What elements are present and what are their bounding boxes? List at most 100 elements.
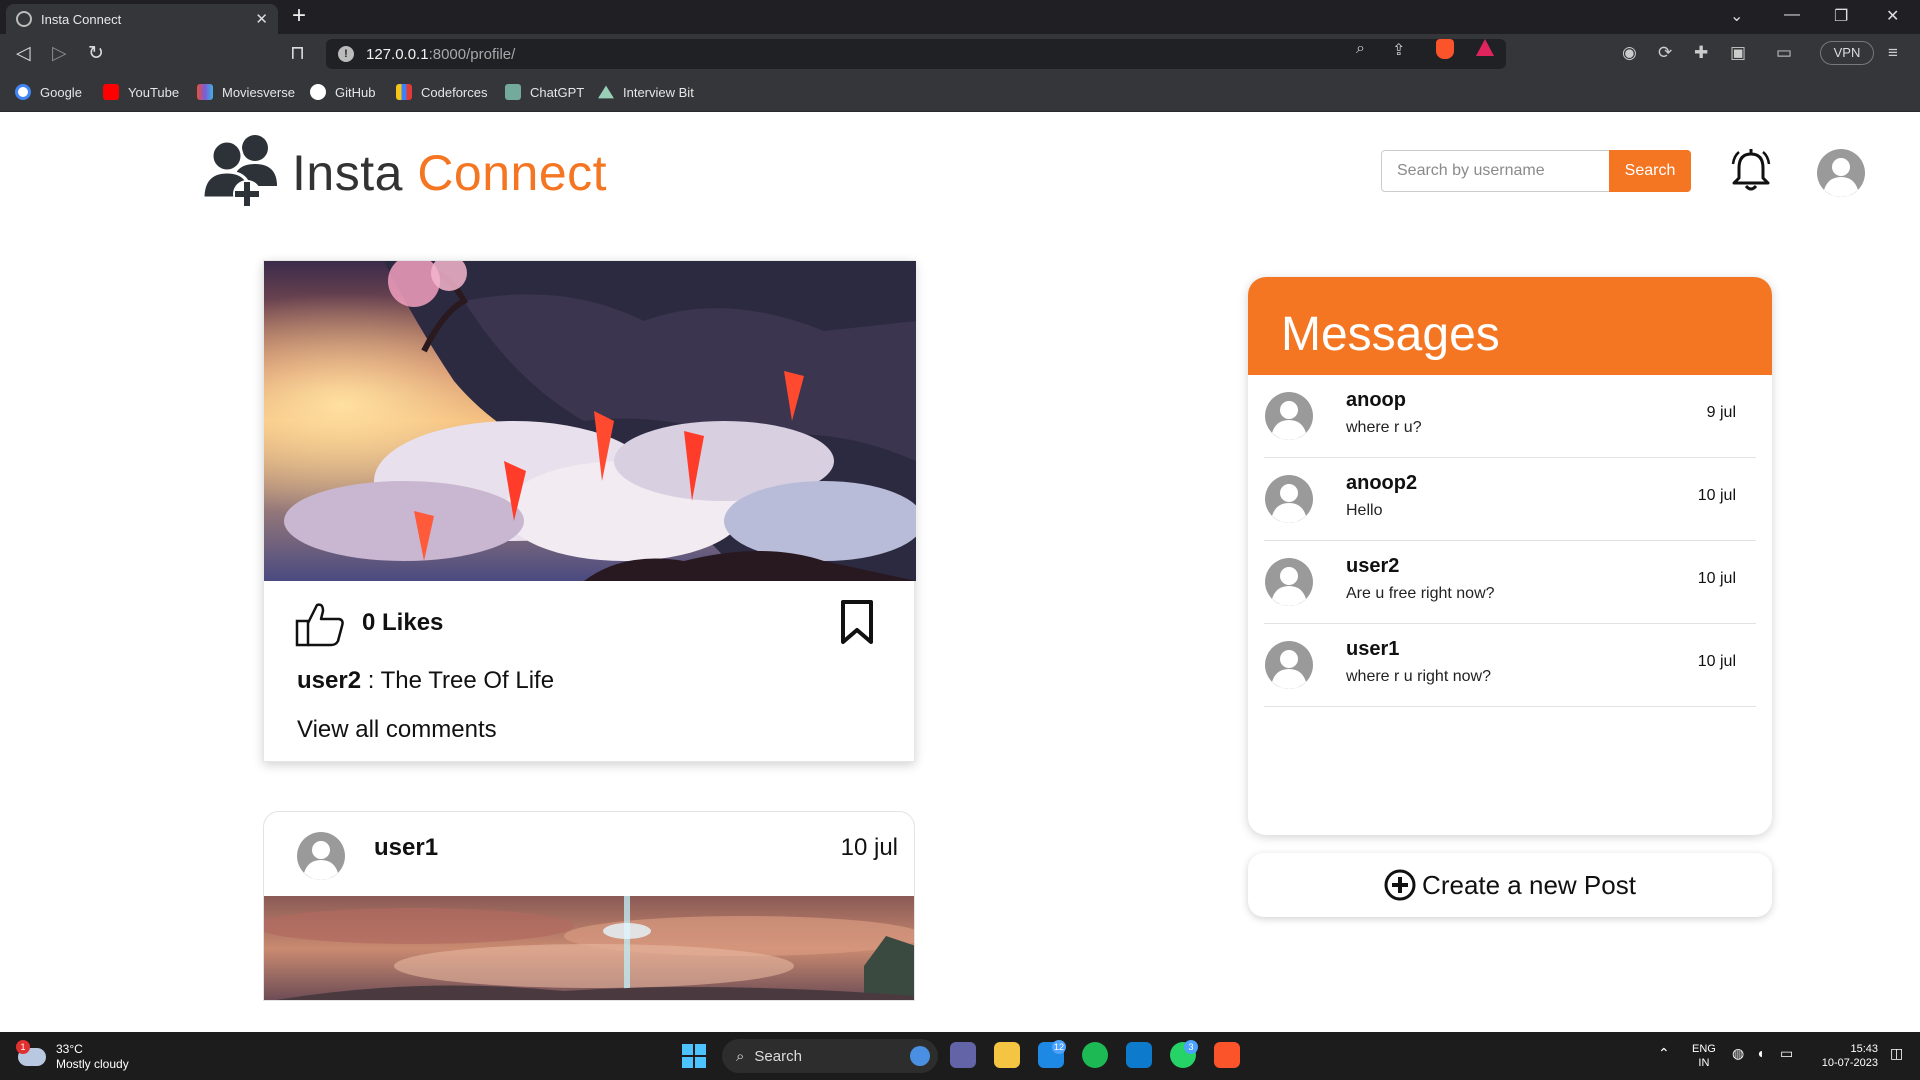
windows-taskbar: 1 33°C Mostly cloudy ⌕ Search 12 3 ⌃ ENG…	[0, 1032, 1920, 1080]
language-indicator[interactable]: ENG IN	[1692, 1042, 1716, 1070]
post-author[interactable]: user2	[297, 667, 361, 694]
bookmark-google[interactable]: Google	[15, 84, 82, 100]
minimize-icon[interactable]: —	[1784, 6, 1800, 24]
bookmark-page-icon[interactable]: ⊓	[290, 42, 305, 65]
post-card: user1 10 jul	[263, 811, 915, 1001]
weather-status: Mostly cloudy	[56, 1057, 129, 1071]
bookmark-chatgpt[interactable]: ChatGPT	[505, 84, 584, 100]
message-item[interactable]: anoop where r u? 9 jul	[1264, 375, 1756, 458]
weather-widget[interactable]: 1 33°C Mostly cloudy	[16, 1040, 129, 1072]
window-close-icon[interactable]: ✕	[1886, 6, 1899, 26]
close-tab-icon[interactable]: ✕	[255, 10, 268, 28]
avatar	[1265, 475, 1313, 523]
windows-start-icon[interactable]	[682, 1044, 706, 1068]
teams-icon[interactable]	[950, 1042, 976, 1068]
cloud-icon: 1	[16, 1040, 46, 1066]
clock-time: 15:43	[1850, 1043, 1878, 1055]
site-info-icon[interactable]: !	[338, 46, 354, 62]
create-post-label: Create a new Post	[1422, 869, 1636, 900]
bookmarks-bar: Google YouTube Moviesverse GitHub Codefo…	[0, 76, 1920, 112]
bookmark-interviewbit[interactable]: Interview Bit	[598, 84, 694, 100]
tab-list-chevron-icon[interactable]: ⌄	[1730, 6, 1743, 26]
menu-icon[interactable]: ≡	[1888, 43, 1898, 63]
zoom-icon[interactable]: ⌕	[1356, 40, 1365, 58]
post-card: 0 Likes user2 : The Tree Of Life View al…	[263, 260, 916, 762]
chatgpt-icon	[505, 84, 521, 100]
bell-icon[interactable]	[1730, 148, 1772, 192]
network-icon[interactable]: ◍	[1732, 1046, 1744, 1060]
vscode-icon[interactable]	[1126, 1042, 1152, 1068]
bing-icon[interactable]	[910, 1046, 930, 1066]
avatar[interactable]	[296, 831, 346, 881]
browser-toolbar: ◁ ▷ ↻ ⊓ ! 127.0.0.1:8000/profile/ ⌕ ⇪ ◉ …	[0, 34, 1920, 76]
google-icon	[15, 84, 31, 100]
bookmark-github[interactable]: GitHub	[310, 84, 375, 100]
search-button[interactable]: Search	[1609, 150, 1691, 192]
users-add-logo-icon	[203, 135, 277, 208]
interviewbit-icon	[598, 85, 614, 99]
github-icon	[310, 84, 326, 100]
message-preview: Hello	[1346, 502, 1383, 519]
like-icon[interactable]	[295, 601, 345, 647]
bookmark-youtube[interactable]: YouTube	[103, 84, 179, 100]
brave-rewards-icon[interactable]	[1476, 39, 1494, 56]
message-item[interactable]: user2 Are u free right now? 10 jul	[1264, 541, 1756, 624]
bookmark-icon[interactable]	[839, 599, 875, 645]
forward-icon[interactable]: ▷	[52, 42, 67, 65]
profile-avatar[interactable]	[1816, 148, 1866, 198]
leo-icon[interactable]: ◉	[1622, 43, 1637, 63]
search-input[interactable]	[1381, 150, 1610, 192]
battery-icon[interactable]: ▭	[1780, 1046, 1793, 1060]
post-image[interactable]	[264, 896, 915, 1001]
message-sender: anoop	[1346, 389, 1406, 411]
bookmark-moviesverse[interactable]: Moviesverse	[197, 84, 295, 100]
avatar	[1265, 392, 1313, 440]
clock[interactable]: 15:43 10-07-2023	[1812, 1042, 1878, 1070]
message-date: 9 jul	[1706, 404, 1736, 421]
address-bar[interactable]: ! 127.0.0.1:8000/profile/	[326, 39, 1506, 69]
plus-circle-icon	[1384, 869, 1416, 901]
temperature: 33°C	[56, 1042, 83, 1056]
back-icon[interactable]: ◁	[16, 42, 31, 65]
taskbar-search-label: Search	[754, 1047, 802, 1065]
share-icon[interactable]: ⇪	[1392, 40, 1405, 60]
likes-count: 0 Likes	[362, 609, 444, 636]
message-date: 10 jul	[1697, 653, 1736, 670]
brave-browser-icon[interactable]	[1214, 1042, 1240, 1068]
wallet-icon[interactable]: ▭	[1776, 43, 1792, 63]
post-author[interactable]: user1	[374, 834, 438, 862]
sync-icon[interactable]: ⟳	[1658, 43, 1672, 63]
brave-shields-icon[interactable]	[1436, 39, 1454, 59]
file-explorer-icon[interactable]	[994, 1042, 1020, 1068]
taskbar-search[interactable]: ⌕ Search	[722, 1039, 938, 1073]
post-image[interactable]	[264, 261, 916, 581]
extensions-icon[interactable]: ✚	[1694, 43, 1708, 63]
browser-tab[interactable]: Insta Connect ✕	[6, 4, 278, 34]
notifications-icon[interactable]: ◫	[1890, 1046, 1903, 1060]
messages-title: Messages	[1248, 277, 1772, 375]
search-icon: ⌕	[736, 1047, 745, 1065]
reload-icon[interactable]: ↻	[88, 42, 104, 65]
message-sender: user1	[1346, 638, 1400, 660]
vpn-button[interactable]: VPN	[1820, 41, 1874, 65]
moviesverse-icon	[197, 84, 213, 100]
restore-icon[interactable]: ❐	[1834, 6, 1848, 26]
bookmark-codeforces[interactable]: Codeforces	[396, 84, 487, 100]
browser-tabbar: Insta Connect ✕ + ⌄ — ❐ ✕	[0, 0, 1920, 34]
whatsapp-badge: 3	[1184, 1040, 1198, 1054]
view-comments-link[interactable]: View all comments	[297, 716, 497, 744]
volume-icon[interactable]: ◖	[1756, 1046, 1764, 1060]
post-caption: user2 : The Tree Of Life	[297, 667, 555, 694]
new-tab-button[interactable]: +	[292, 2, 306, 30]
site-logo-text[interactable]: Insta Connect	[292, 144, 607, 202]
chevron-up-icon[interactable]: ⌃	[1658, 1046, 1670, 1060]
message-item[interactable]: user1 where r u right now? 10 jul	[1264, 624, 1756, 707]
tab-title: Insta Connect	[41, 11, 122, 27]
clock-date: 10-07-2023	[1821, 1057, 1878, 1069]
sidebar-icon[interactable]: ▣	[1730, 43, 1746, 63]
spotify-icon[interactable]	[1082, 1042, 1108, 1068]
create-post-button[interactable]: Create a new Post	[1248, 853, 1772, 917]
message-sender: anoop2	[1346, 472, 1418, 494]
messages-panel: Messages anoop where r u? 9 jul anoop2 H…	[1248, 277, 1772, 835]
message-item[interactable]: anoop2 Hello 10 jul	[1264, 458, 1756, 541]
